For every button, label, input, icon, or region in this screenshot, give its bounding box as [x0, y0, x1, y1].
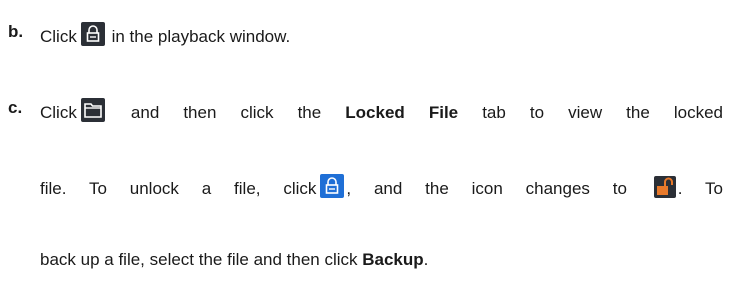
text-segment: file. To unlock a file, click: [40, 179, 317, 198]
folder-icon: [80, 98, 105, 122]
text-segment: in the playback window.: [111, 27, 291, 46]
step-marker: b.: [8, 22, 24, 41]
locked-blue-icon: [320, 174, 345, 198]
step-c-line-2: file. To unlock a file, click , and the …: [40, 174, 723, 199]
text-segment: tab to view the locked: [482, 103, 723, 122]
text-segment: , and the icon changes to: [346, 179, 627, 198]
backup-button-label: Backup: [362, 250, 424, 269]
step-c-line-3: back up a file, select the file and then…: [40, 250, 428, 270]
text-segment: Click: [40, 27, 77, 46]
locked-file-tab-label: Locked File: [345, 103, 459, 122]
unlocked-icon: [653, 176, 676, 198]
text-segment: Click: [40, 103, 77, 122]
text-segment: and then click the: [130, 103, 322, 122]
text-segment: back up a file, select the file and then…: [40, 250, 358, 269]
step-b-line: Click in the playback window.: [40, 22, 290, 47]
text-segment: . To: [677, 179, 723, 198]
lock-icon: [80, 22, 105, 46]
text-segment: .: [423, 250, 429, 269]
step-marker: c.: [8, 98, 23, 117]
step-c-line-1: Click and then click the Locked File tab…: [40, 98, 723, 123]
